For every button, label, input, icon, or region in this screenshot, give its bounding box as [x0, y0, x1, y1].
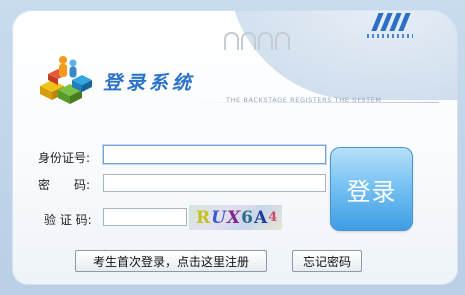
password-input[interactable]	[103, 174, 326, 192]
stripes-decoration	[371, 13, 411, 33]
page-title: 登录系统	[103, 72, 196, 94]
captcha-label: 验 证 码:	[44, 213, 92, 227]
binder-rings-decoration	[224, 32, 292, 54]
captcha-char: 6	[241, 207, 255, 228]
captcha-char: A	[254, 207, 269, 228]
password-label: 密 码:	[38, 178, 91, 192]
forgot-password-button[interactable]: 忘记密码	[292, 250, 362, 272]
captcha-char: R	[196, 207, 212, 228]
captcha-image[interactable]: R U X 6 A 4	[189, 205, 282, 230]
captcha-char: 4	[268, 210, 279, 225]
id-number-label: 身份证号:	[38, 151, 91, 165]
register-button[interactable]: 考生首次登录，点击这里注册	[75, 250, 267, 272]
page-subtitle: THE BACKSTAGE REGISTERS THE SYSTEM	[226, 96, 382, 104]
people-blocks-logo-icon	[38, 54, 100, 110]
login-button[interactable]: 登录	[330, 147, 413, 231]
login-panel: 登录系统 THE BACKSTAGE REGISTERS THE SYSTEM …	[12, 10, 458, 285]
header-decoration	[228, 10, 458, 100]
captcha-input[interactable]	[103, 208, 187, 226]
dots-decoration	[367, 34, 413, 38]
id-number-input[interactable]	[103, 145, 326, 164]
captcha-char: U	[211, 207, 227, 228]
captcha-char: X	[226, 207, 242, 228]
